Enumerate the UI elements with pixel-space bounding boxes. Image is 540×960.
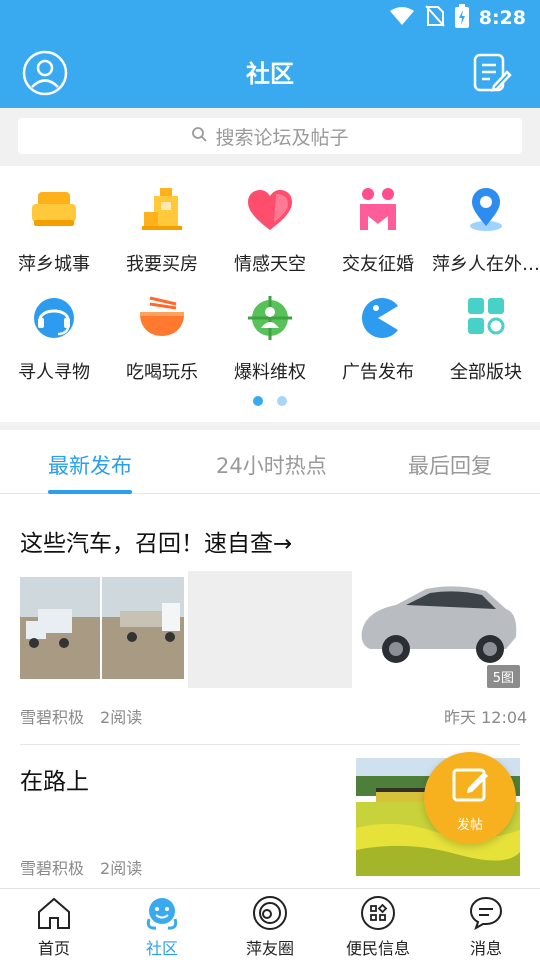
person-target-icon (244, 294, 296, 342)
nav-label: 便民信息 (345, 939, 410, 958)
headset-icon (28, 294, 80, 342)
category-label: 情感天空 (234, 254, 306, 275)
home-icon (36, 895, 72, 931)
tab-last-reply[interactable]: 最后回复 (408, 450, 492, 480)
friends-circle-icon (252, 895, 288, 931)
category-label: 爆料维权 (234, 362, 306, 383)
post-image-trucks[interactable] (20, 577, 184, 679)
new-post-button[interactable]: 发帖 (424, 752, 516, 844)
heart-icon (244, 186, 296, 234)
page-title: 社区 (246, 60, 294, 88)
tab-latest[interactable]: 最新发布 (48, 450, 132, 480)
post-title: 这些汽车，召回！速自查→ (20, 531, 293, 557)
image-count-badge: 5图 (486, 665, 520, 688)
nav-label: 首页 (37, 939, 70, 958)
nav-label: 社区 (145, 939, 178, 958)
services-icon (360, 895, 396, 931)
search-area: 搜索论坛及帖子 (0, 108, 540, 166)
search-input[interactable]: 搜索论坛及帖子 (18, 118, 522, 154)
category-label: 吃喝玩乐 (126, 362, 198, 383)
post-time: 昨天 12:04 (444, 708, 528, 727)
post-read-count: 2阅读 (100, 708, 143, 727)
category-label: 全部版块 (450, 362, 522, 383)
post-divider (20, 744, 520, 745)
nav-messages[interactable]: 消息 (432, 889, 540, 960)
battery-charging-icon (454, 4, 469, 32)
building-icon (136, 186, 188, 234)
nav-label: 萍友圈 (245, 939, 294, 958)
post-meta: 雪碧积极 2阅读 (20, 855, 142, 879)
category-label: 广告发布 (342, 362, 414, 383)
tab-24h-hot[interactable]: 24小时热点 (216, 450, 327, 480)
category-label: 我要买房 (126, 254, 198, 275)
nav-friends-circle[interactable]: 萍友圈 (216, 889, 324, 960)
location-pin-icon (460, 186, 512, 234)
community-icon (144, 895, 180, 931)
post-title: 在路上 (20, 769, 89, 795)
post-image-car[interactable]: 5图 (356, 571, 520, 688)
no-sim-icon (424, 5, 445, 31)
grid-blocks-icon (460, 294, 512, 342)
post-image-placeholder[interactable] (188, 571, 352, 688)
header-bar: 8:28 社区 (0, 0, 540, 108)
status-bar: 8:28 (389, 4, 526, 32)
category-grid: 萍乡城事 我要买房 情感天空 交友征婚 萍乡人在外… 寻人寻物 吃喝玩乐 爆料维… (0, 166, 540, 422)
category-item[interactable]: 爆料维权 (216, 274, 324, 383)
category-item[interactable]: 广告发布 (324, 274, 432, 383)
new-post-label: 发帖 (456, 818, 483, 833)
search-placeholder: 搜索论坛及帖子 (215, 126, 349, 149)
nav-bar: 社区 (0, 44, 540, 104)
section-separator (0, 422, 540, 430)
category-label: 萍乡人在外… (432, 254, 540, 275)
post-tabs: 最新发布 24小时热点 最后回复 (0, 430, 540, 494)
category-item[interactable]: 吃喝玩乐 (108, 274, 216, 383)
nav-home[interactable]: 首页 (0, 889, 108, 960)
nav-label: 消息 (469, 939, 502, 958)
category-item[interactable]: 萍乡人在外… (432, 166, 540, 275)
post-author[interactable]: 雪碧积极 (20, 704, 84, 728)
bottom-nav: 首页 社区 萍友圈 便民信息 消息 (0, 888, 540, 960)
nav-services[interactable]: 便民信息 (324, 889, 432, 960)
category-item[interactable]: 全部版块 (432, 274, 540, 383)
category-item[interactable]: 交友征婚 (324, 166, 432, 275)
search-icon (191, 125, 208, 147)
post-author[interactable]: 雪碧积极 (20, 855, 84, 879)
category-item[interactable]: 情感天空 (216, 166, 324, 275)
category-label: 萍乡城事 (18, 254, 90, 275)
active-tab-indicator (48, 490, 132, 494)
category-item[interactable]: 我要买房 (108, 166, 216, 275)
pacman-icon (352, 294, 404, 342)
page-dot[interactable] (277, 396, 287, 406)
couple-icon (352, 186, 404, 234)
page-indicator (0, 396, 540, 406)
category-label: 寻人寻物 (18, 362, 90, 383)
compose-button[interactable] (472, 52, 512, 94)
post-meta: 雪碧积极 2阅读 (20, 704, 142, 728)
status-time: 8:28 (478, 7, 526, 29)
sofa-icon (28, 186, 80, 234)
nav-community[interactable]: 社区 (108, 889, 216, 960)
category-label: 交友征婚 (342, 254, 414, 275)
message-icon (468, 895, 504, 931)
post-read-count: 2阅读 (100, 859, 143, 878)
write-icon (452, 768, 488, 802)
wifi-icon (389, 6, 415, 30)
category-item[interactable]: 萍乡城事 (0, 166, 108, 275)
category-item[interactable]: 寻人寻物 (0, 274, 108, 383)
page-dot[interactable] (253, 396, 263, 406)
noodle-bowl-icon (136, 294, 188, 342)
edit-note-icon (473, 53, 512, 92)
app-screen: 8:28 社区 搜索论坛及帖子 萍乡城事 我要买房 情感天空 交友征婚 萍乡人在… (0, 0, 540, 960)
